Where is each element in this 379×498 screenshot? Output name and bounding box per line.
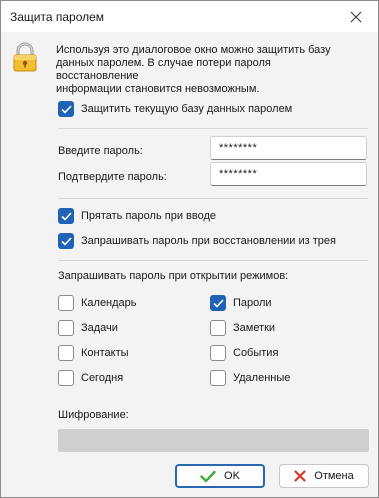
checkbox-box [58,295,74,311]
mode-label: Контакты [81,347,129,359]
checkbox-box [58,233,74,249]
mode-notes-checkbox[interactable]: Заметки [210,320,275,336]
ok-button[interactable]: OK [175,464,265,488]
lock-icon [13,42,37,72]
separator [58,128,368,129]
close-button[interactable] [337,2,375,31]
title-bar: Защита паролем [1,1,378,32]
ok-button-label: OK [224,470,240,482]
confirm-password-label: Подтвердите пароль: [58,171,167,183]
checkbox-box [58,345,74,361]
ask-on-restore-label: Запрашивать пароль при восстановлении из… [81,235,336,247]
checkbox-box [210,370,226,386]
checkbox-box [210,345,226,361]
mode-tasks-checkbox[interactable]: Задачи [58,320,118,336]
cancel-button-label: Отмена [314,470,354,482]
checkbox-box [210,320,226,336]
checkbox-box [58,370,74,386]
protect-db-checkbox[interactable]: Защитить текущую базу данных паролем [58,101,292,117]
protect-db-label: Защитить текущую базу данных паролем [81,103,293,115]
mode-label: Удаленные [233,372,291,384]
modes-heading: Запрашивать пароль при открытии режимов: [58,270,289,282]
mode-label: Пароли [233,297,272,309]
checkbox-box [58,320,74,336]
mode-events-checkbox[interactable]: События [210,345,278,361]
cancel-button[interactable]: Отмена [279,464,369,488]
checkbox-box [58,208,74,224]
mode-passwords-checkbox[interactable]: Пароли [210,295,272,311]
mode-contacts-checkbox[interactable]: Контакты [58,345,129,361]
separator [58,260,368,261]
checkmark-icon [60,236,72,246]
hide-password-checkbox[interactable]: Прятать пароль при вводе [58,208,216,224]
mode-label: Сегодня [81,372,124,384]
checkmark-icon [212,298,224,308]
mode-label: Календарь [81,297,137,309]
info-line: данных паролем. В случае потери пароля в… [56,57,271,82]
checkmark-icon [200,470,216,482]
info-text: Используя это диалоговое окно можно защи… [56,44,356,96]
checkbox-box [58,101,74,117]
checkmark-icon [60,211,72,221]
mode-today-checkbox[interactable]: Сегодня [58,370,123,386]
mode-label: Задачи [81,322,118,334]
info-line: Используя это диалоговое окно можно защи… [56,44,331,56]
confirm-password-input[interactable]: ******** [210,162,367,186]
password-protection-dialog: Защита паролем Используя это диалоговое … [0,0,379,498]
window-title: Защита паролем [10,10,105,24]
mode-label: Заметки [233,322,276,334]
checkbox-box [210,295,226,311]
cross-icon [294,470,306,482]
separator [58,198,368,199]
mode-deleted-checkbox[interactable]: Удаленные [210,370,290,386]
encryption-field [58,429,369,452]
hide-password-label: Прятать пароль при вводе [81,210,216,222]
password-input[interactable]: ******** [210,136,367,160]
close-icon [350,11,362,22]
info-line: информации становится невозможным. [56,83,260,95]
ask-on-restore-checkbox[interactable]: Запрашивать пароль при восстановлении из… [58,233,336,249]
mode-calendar-checkbox[interactable]: Календарь [58,295,137,311]
checkmark-icon [60,104,72,114]
password-label: Введите пароль: [58,145,143,157]
encryption-label: Шифрование: [58,409,129,421]
mode-label: События [233,347,279,359]
